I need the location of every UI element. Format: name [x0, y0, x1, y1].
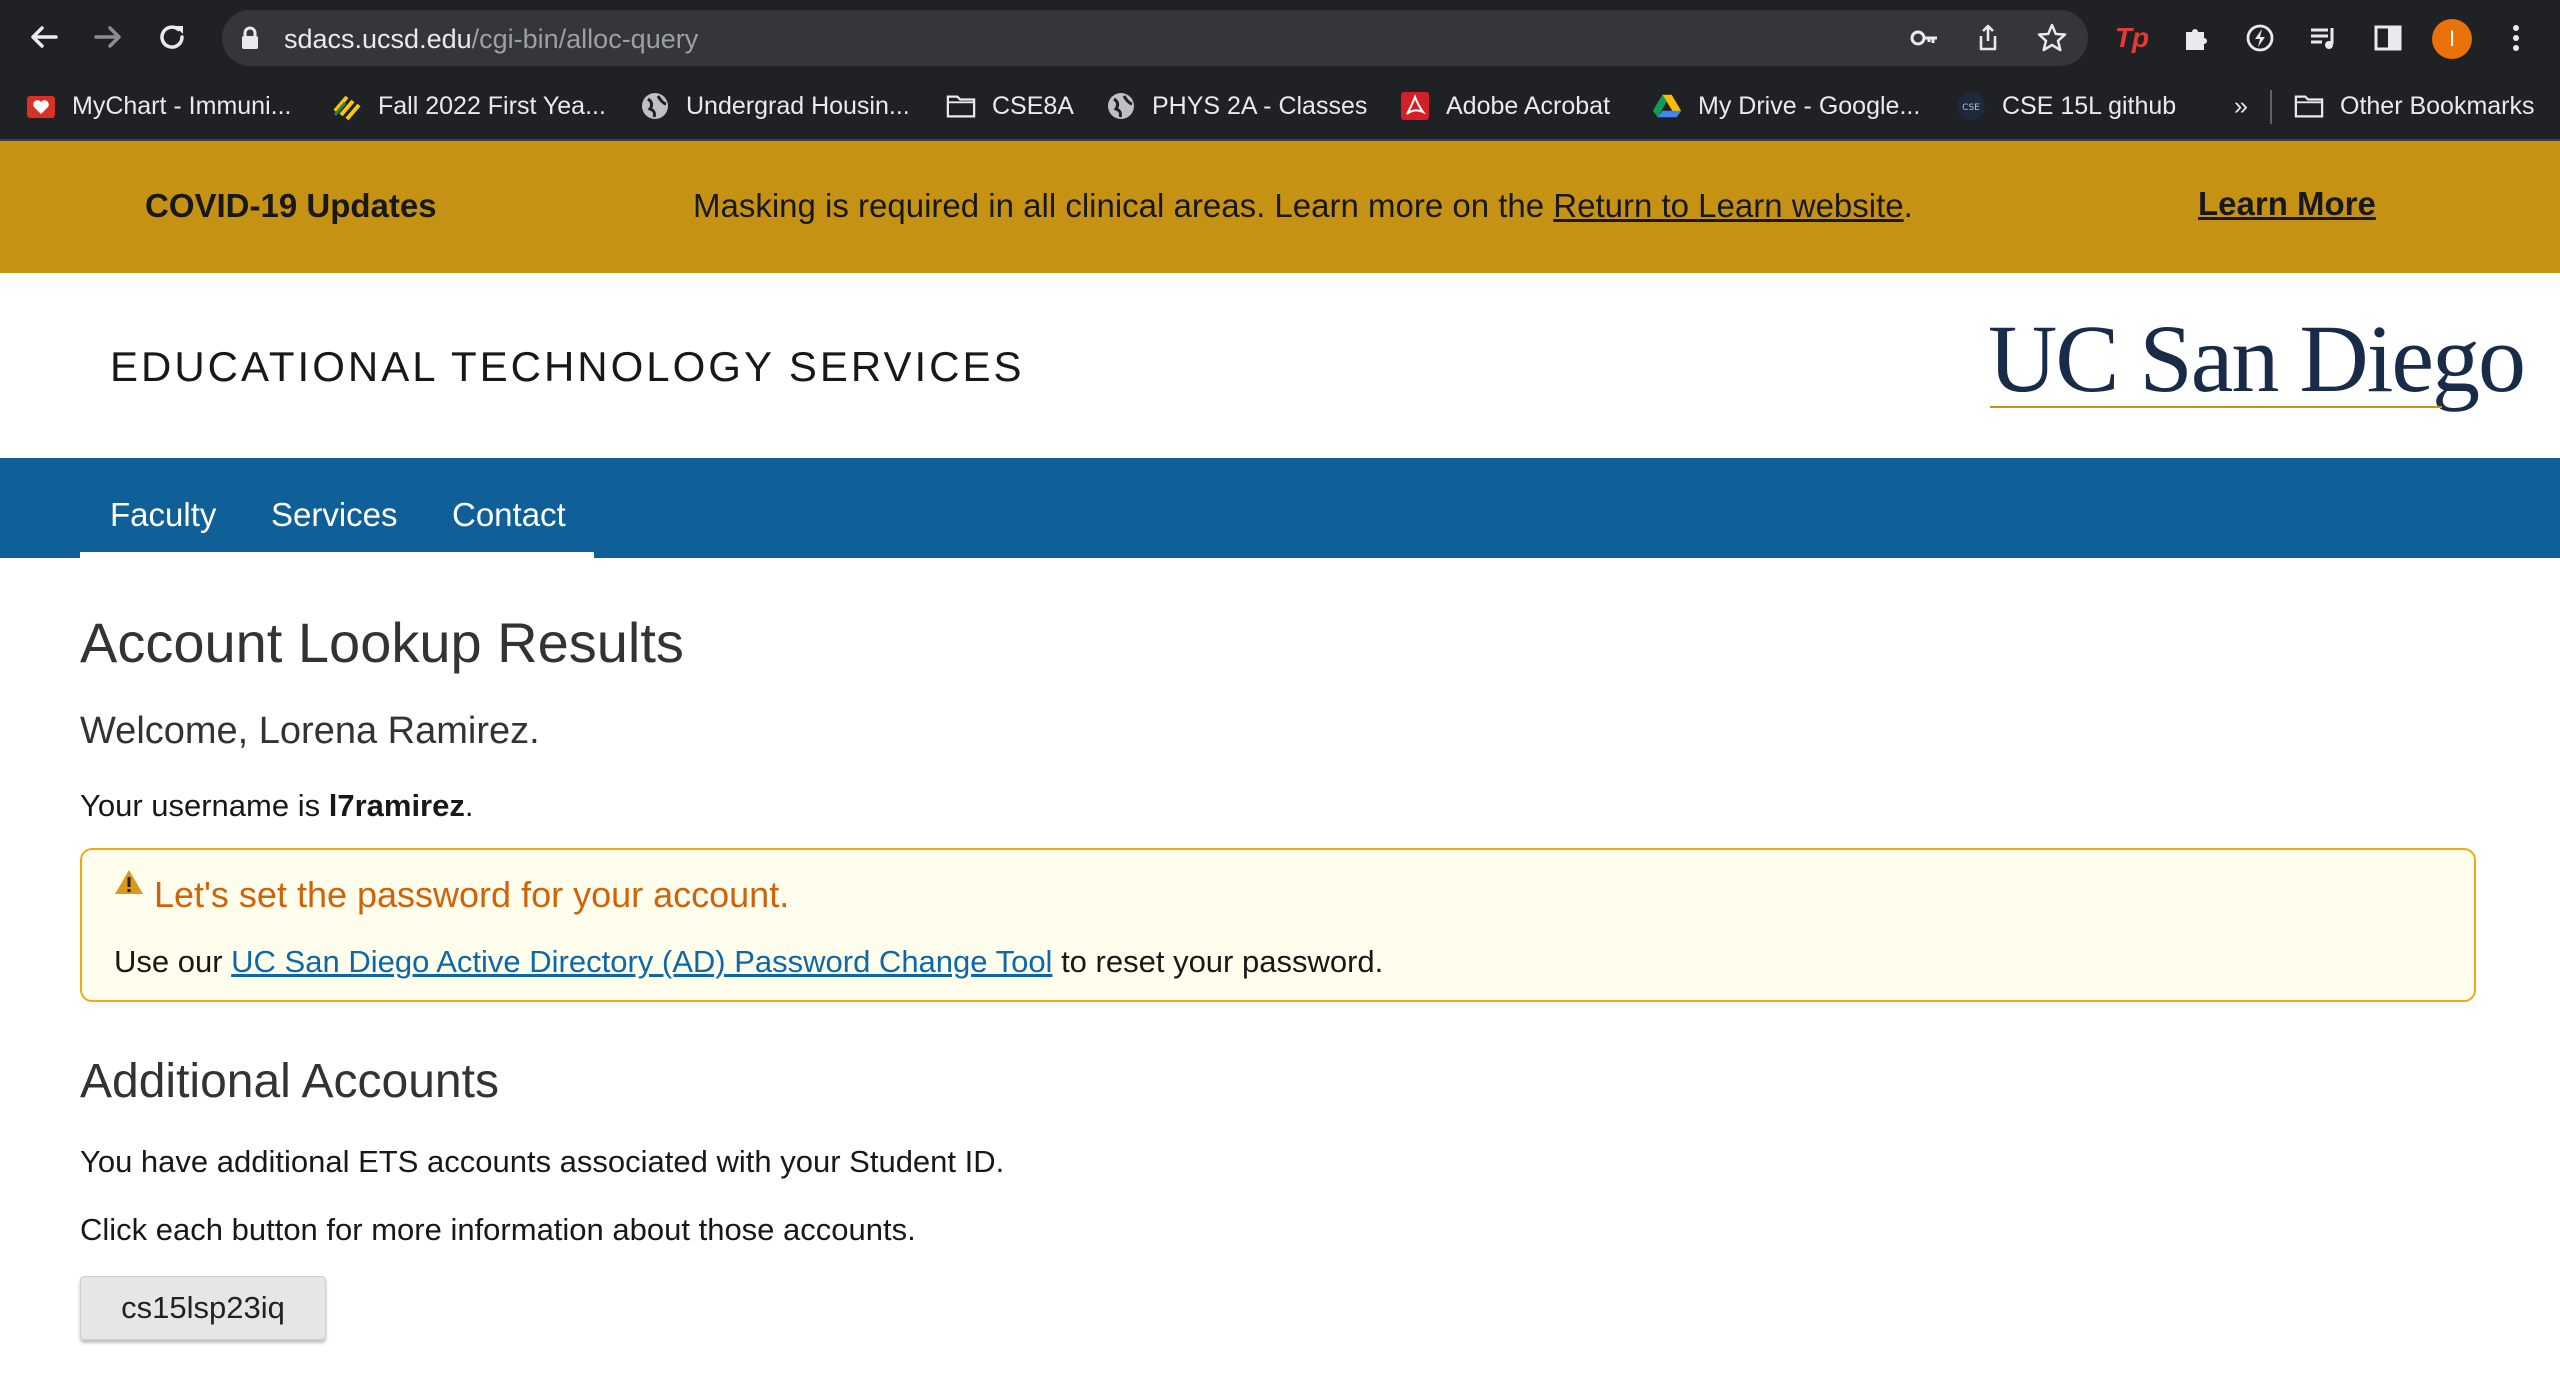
- reload-icon: [160, 25, 184, 49]
- page-title: Account Lookup Results: [80, 611, 684, 674]
- extension-bolt-icon[interactable]: [2240, 18, 2280, 58]
- bookmark-label: MyChart - Immuni...: [72, 91, 292, 120]
- bookmark-undergrad-housing[interactable]: Undergrad Housin...: [640, 88, 910, 124]
- learn-more-link[interactable]: Learn More: [2198, 185, 2376, 223]
- extension-tp-icon[interactable]: Tp: [2112, 18, 2152, 58]
- mychart-icon: [26, 91, 56, 121]
- cse-icon: CSE: [1956, 91, 1986, 121]
- bookmark-label: Fall 2022 First Yea...: [378, 91, 606, 120]
- acrobat-icon: [1400, 91, 1430, 121]
- forward-button[interactable]: [86, 15, 130, 59]
- alert-title: Let's set the password for your account.: [154, 874, 790, 915]
- account-button-cs15lsp23iq[interactable]: cs15lsp23iq: [80, 1276, 326, 1340]
- forward-arrow-icon: [94, 26, 121, 48]
- alert-body: Use our UC San Diego Active Directory (A…: [114, 944, 1384, 979]
- side-panel-icon[interactable]: [2368, 18, 2408, 58]
- bookmark-separator: [2270, 90, 2272, 124]
- bookmark-label: My Drive - Google...: [1698, 91, 1921, 120]
- profile-avatar[interactable]: I: [2432, 19, 2472, 59]
- bookmark-phys-2a[interactable]: PHYS 2A - Classes: [1106, 88, 1367, 124]
- folder-icon: [946, 91, 976, 121]
- bookmark-star-icon[interactable]: [2034, 20, 2070, 56]
- folder-icon: [2294, 91, 2324, 121]
- nav-item-contact[interactable]: Contact: [452, 496, 566, 534]
- lock-icon: [242, 26, 258, 49]
- reading-list-icon[interactable]: [2304, 18, 2344, 58]
- covid-banner-title: COVID-19 Updates: [145, 187, 437, 224]
- bookmark-label: PHYS 2A - Classes: [1152, 91, 1368, 120]
- share-icon[interactable]: [1970, 20, 2006, 56]
- bookmark-cse8a[interactable]: CSE8A: [946, 88, 1074, 124]
- main-nav: Faculty Services Contact: [0, 458, 2560, 558]
- covid-banner: COVID-19 Updates Masking is required in …: [0, 141, 2560, 273]
- bookmark-label: Adobe Acrobat: [1446, 91, 1611, 120]
- bookmark-other-bookmarks[interactable]: Other Bookmarks: [2294, 88, 2535, 124]
- password-alert: Let's set the password for your account.…: [80, 848, 2476, 1002]
- globe-icon: [640, 91, 670, 121]
- bookmark-label: Undergrad Housin...: [686, 91, 910, 120]
- bookmark-label: CSE8A: [992, 91, 1074, 120]
- bookmark-label: Other Bookmarks: [2340, 91, 2535, 120]
- bookmarks-overflow-button[interactable]: »: [2234, 88, 2248, 124]
- nav-active-underline: [80, 552, 594, 558]
- url-text: sdacs.ucsd.edu/cgi-bin/alloc-query: [284, 24, 699, 54]
- nav-item-services[interactable]: Services: [271, 496, 398, 534]
- covid-banner-message: Masking is required in all clinical area…: [693, 187, 1913, 224]
- bookmark-adobe-acrobat[interactable]: Adobe Acrobat: [1400, 88, 1610, 124]
- warning-icon: [115, 870, 143, 894]
- extensions-puzzle-icon[interactable]: [2176, 18, 2216, 58]
- browser-toolbar: sdacs.ucsd.edu/cgi-bin/alloc-query Tp I: [0, 0, 2560, 74]
- additional-accounts-heading: Additional Accounts: [80, 1055, 499, 1108]
- bookmark-fall-2022[interactable]: Fall 2022 First Yea...: [332, 88, 606, 124]
- drive-icon: [1652, 91, 1682, 121]
- bookmark-cse-15l-github[interactable]: CSE CSE 15L github: [1956, 88, 2176, 124]
- svg-text:CSE: CSE: [1962, 103, 1980, 113]
- address-bar[interactable]: sdacs.ucsd.edu/cgi-bin/alloc-query: [222, 10, 2088, 66]
- welcome-message: Welcome, Lorena Ramirez.: [80, 710, 540, 752]
- globe-icon: [1106, 91, 1136, 121]
- password-key-icon[interactable]: [1906, 20, 1942, 56]
- password-change-tool-link[interactable]: UC San Diego Active Directory (AD) Passw…: [231, 944, 1052, 979]
- username-value: l7ramirez: [328, 788, 465, 823]
- bookmark-mychart[interactable]: MyChart - Immuni...: [26, 88, 291, 124]
- logo-underline: [1990, 406, 2442, 408]
- back-arrow-icon: [31, 26, 58, 48]
- return-to-learn-link[interactable]: Return to Learn website: [1553, 187, 1903, 224]
- bookmark-label: CSE 15L github: [2002, 91, 2177, 120]
- additional-accounts-text: You have additional ETS accounts associa…: [80, 1144, 1005, 1179]
- reload-button[interactable]: [150, 15, 194, 59]
- more-menu-icon[interactable]: [2496, 18, 2536, 58]
- site-title[interactable]: EDUCATIONAL TECHNOLOGY SERVICES: [110, 343, 1025, 391]
- site-header: EDUCATIONAL TECHNOLOGY SERVICES UC San D…: [0, 273, 2560, 458]
- stripes-icon: [332, 91, 362, 121]
- ucsd-logo[interactable]: UC San Diego: [1988, 309, 2526, 409]
- back-button[interactable]: [22, 15, 66, 59]
- bookmark-my-drive[interactable]: My Drive - Google...: [1652, 88, 1920, 124]
- bookmarks-bar: MyChart - Immuni... Fall 2022 First Yea.…: [0, 74, 2560, 141]
- additional-accounts-instructions: Click each button for more information a…: [80, 1212, 916, 1247]
- username-line: Your username is l7ramirez.: [80, 788, 474, 823]
- nav-item-faculty[interactable]: Faculty: [110, 496, 216, 534]
